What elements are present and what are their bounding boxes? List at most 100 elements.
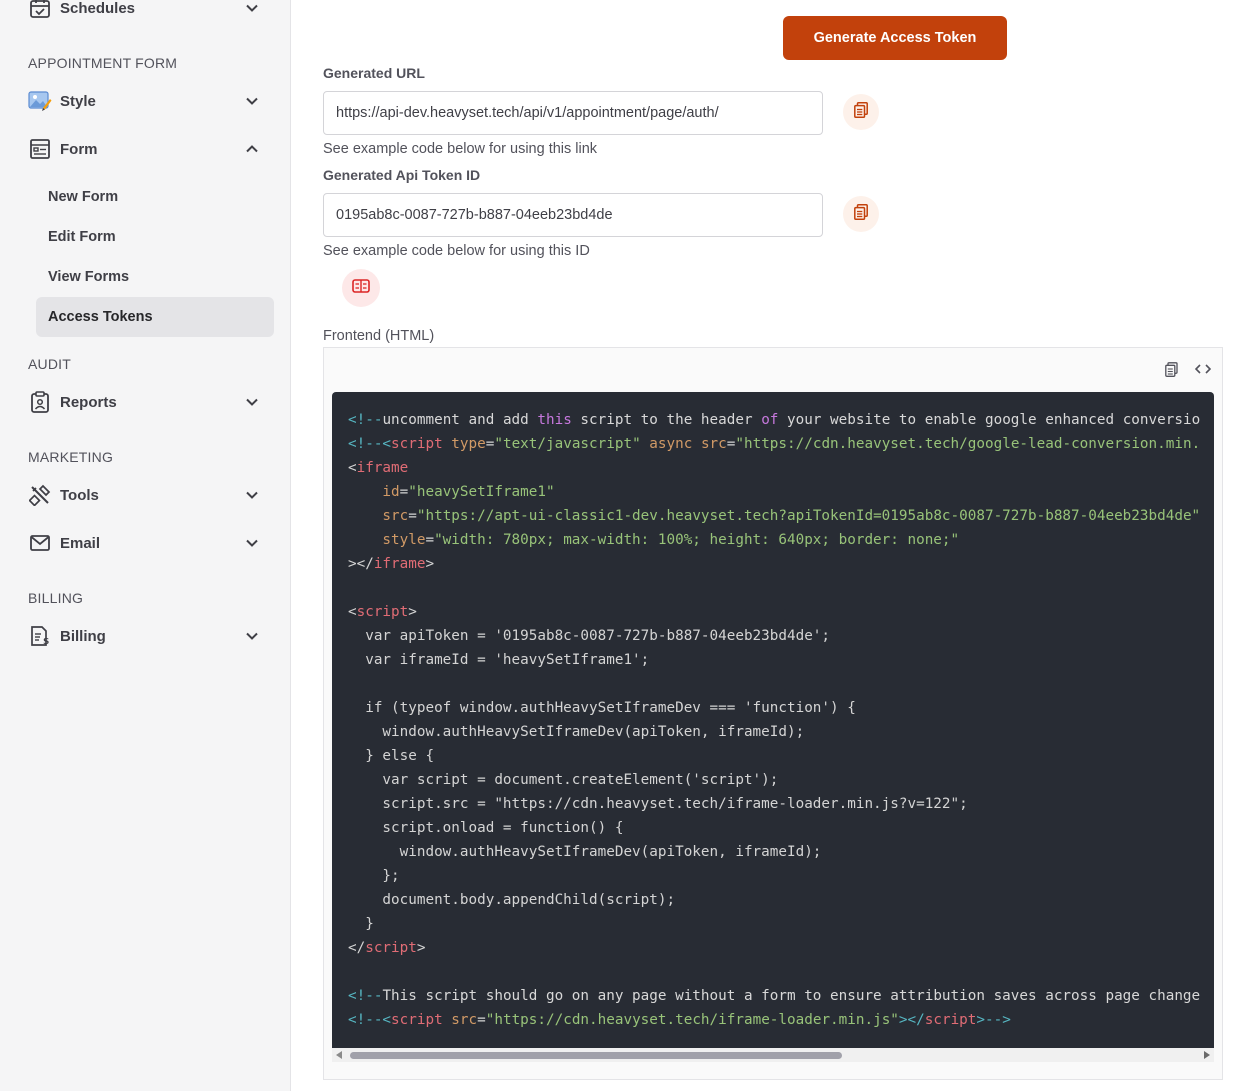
code-block[interactable]: <!--uncomment and add this script to the… [332,392,1214,1048]
code-token: iframe [356,460,409,476]
sidebar-subitem-edit-form[interactable]: Edit Form [36,217,274,257]
sidebar: Schedules APPOINTMENT FORM Style Form Ne… [0,0,291,1091]
code-panel-toolbar [1162,360,1212,378]
code-token: > [408,604,417,620]
sidebar-item-label: Tools [60,486,99,504]
chevron-down-icon [242,626,262,646]
scrollbar-thumb[interactable] [350,1052,842,1059]
sidebar-subitem-access-tokens[interactable]: Access Tokens [36,297,274,337]
code-token: script [924,1012,977,1028]
code-token: = [425,532,435,548]
clipboard-icon [28,390,52,414]
copy-icon [854,203,868,225]
sidebar-subitem-new-form[interactable]: New Form [36,177,274,217]
code-line: script.src = "https://cdn.heavyset.tech/… [348,796,968,812]
code-line: script.onload = function() { [348,820,624,836]
code-token: < [348,460,357,476]
copy-icon [1164,361,1178,377]
generated-token-field[interactable] [323,193,823,237]
code-token: script [391,1012,443,1028]
sidebar-item-billing[interactable]: $ Billing [20,616,274,656]
sidebar-subitem-view-forms[interactable]: View Forms [36,257,274,297]
toggle-code-view-button[interactable] [342,269,380,307]
code-token: uncomment and add [382,412,538,428]
code-token: type [442,436,486,452]
code-line: document.body.appendChild(script); [348,892,676,908]
code-token: "width: 780px; max-width: 100%; height: … [434,532,960,548]
horizontal-scrollbar[interactable] [332,1048,1214,1062]
section-title-audit: AUDIT [28,356,71,372]
sidebar-item-label: Schedules [60,0,136,17]
sidebar-item-form[interactable]: Form [20,129,274,169]
code-token: style [348,532,426,548]
sidebar-item-reports[interactable]: Reports [20,382,274,422]
code-token: <!-- [348,412,383,428]
copy-icon [854,101,868,123]
code-token: > [425,556,435,572]
generated-token-label: Generated Api Token ID [323,167,481,183]
code-token: ></ [348,556,374,572]
sidebar-item-label: Billing [60,627,106,645]
code-token: < [348,604,357,620]
code-token: This script should go on any page withou… [382,988,1201,1004]
code-token: <!-- [348,988,383,1004]
code-brackets-icon [1195,364,1211,374]
sidebar-item-schedules[interactable]: Schedules [20,0,274,28]
code-token: "https://apt-ui-classic1-dev.heavyset.te… [416,508,1201,524]
chevron-down-icon [242,533,262,553]
code-token: of [761,412,779,428]
section-title-appointment-form: APPOINTMENT FORM [28,55,178,71]
code-token: = [477,1012,486,1028]
code-token: "heavySetIframe1" [408,484,555,500]
code-token: this [537,412,572,428]
scroll-left-arrow-icon[interactable] [336,1051,342,1059]
code-token: your website to enable google enhanced c… [778,412,1201,428]
code-line: window.authHeavySetIframeDev(apiToken, i… [348,844,822,860]
tools-icon [28,483,52,507]
code-line: var apiToken = '0195ab8c-0087-727b-b887-… [348,628,831,644]
code-token: = [399,484,409,500]
mail-icon [28,531,52,555]
sidebar-item-tools[interactable]: Tools [20,475,274,515]
code-token: id [348,484,400,500]
code-token: <!--< [348,436,392,452]
sidebar-item-label: Style [60,92,96,110]
sidebar-item-label: Form [60,140,98,158]
style-image-icon [28,89,52,113]
generate-access-token-button[interactable]: Generate Access Token [783,16,1007,60]
calendar-icon [28,0,52,20]
code-token: > [416,940,426,956]
code-token: async src [640,436,727,452]
code-token: "text/javascript" [494,436,641,452]
sidebar-item-label: Reports [60,393,117,411]
code-token: = [408,508,417,524]
copy-token-button[interactable] [843,196,879,232]
sidebar-item-label: Email [60,534,101,552]
scroll-right-arrow-icon[interactable] [1204,1051,1210,1059]
code-token: iframe [373,556,426,572]
code-line: if (typeof window.authHeavySetIframeDev … [348,700,856,716]
sidebar-item-style[interactable]: Style [20,81,274,121]
section-title-billing: BILLING [28,590,84,606]
code-token: script [391,436,443,452]
copy-url-button[interactable] [843,94,879,130]
sidebar-item-email[interactable]: Email [20,523,274,563]
code-line: }; [348,868,400,884]
chevron-up-icon [242,139,262,159]
code-token: "https://cdn.heavyset.tech/iframe-loader… [485,1012,899,1028]
view-source-button[interactable] [1194,360,1212,378]
code-token: src [348,508,409,524]
form-icon [28,137,52,161]
invoice-icon: $ [28,624,52,648]
code-line: var iframeId = 'heavySetIframe1'; [348,652,650,668]
url-hint-text: See example code below for using this li… [323,141,598,157]
generated-url-field[interactable] [323,91,823,135]
generated-url-label: Generated URL [323,65,425,81]
code-line: } [348,916,374,932]
main-content: Generate Access Token Generated URL See … [291,0,1256,1091]
code-section-heading: Frontend (HTML) [323,328,435,344]
token-hint-text: See example code below for using this ID [323,243,590,259]
code-token: script [356,604,409,620]
copy-code-button[interactable] [1162,360,1180,378]
code-token: script [365,940,417,956]
